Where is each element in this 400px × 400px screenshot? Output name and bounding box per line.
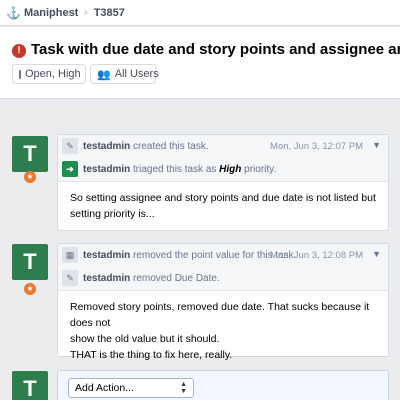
comment-body: Removed story points, removed due date. … <box>58 291 388 371</box>
star-icon: ★ <box>24 283 36 295</box>
users-icon: 👥 <box>97 68 111 81</box>
star-icon: ★ <box>24 171 36 183</box>
select-arrows-icon: ▲ ▼ <box>180 381 187 395</box>
comment-body: So setting assignee and story points and… <box>70 192 376 220</box>
anchor-icon: ⚓ <box>6 5 21 20</box>
event-author[interactable]: testadmin <box>83 273 130 284</box>
chevron-down-icon[interactable]: ▼ <box>372 249 381 259</box>
event-row: ➜ testadmin triaged this task as High pr… <box>58 158 388 181</box>
event-header: ▦ testadmin removed the point value for … <box>58 244 388 291</box>
event-action: created this task. <box>133 141 209 152</box>
policy-label: All Users <box>114 68 159 80</box>
calculator-icon: ▦ <box>62 247 78 263</box>
square-icon <box>19 69 21 79</box>
pencil-icon: ✎ <box>62 270 78 286</box>
comment-line: show the old value but it should. <box>70 333 220 345</box>
status-label: Open, High <box>25 68 81 80</box>
event-row: ▦ testadmin removed the point value for … <box>58 244 388 267</box>
arrow-right-icon: ➜ <box>62 161 78 177</box>
event-row: ✎ testadmin created this task. Mon, Jun … <box>58 135 388 158</box>
timeline-event: ▦ testadmin removed the point value for … <box>57 243 389 361</box>
event-author[interactable]: testadmin <box>83 250 130 261</box>
status-tag[interactable]: Open, High <box>12 64 86 84</box>
chevron-down-icon[interactable]: ▼ <box>372 140 381 150</box>
priority-value: High <box>219 164 242 175</box>
event-header: ✎ testadmin created this task. Mon, Jun … <box>58 135 388 182</box>
event-row: ✎ testadmin removed Due Date. <box>58 267 388 290</box>
pencil-icon: ✎ <box>62 138 78 154</box>
task-header: ! Task with due date and story points an… <box>0 27 400 99</box>
breadcrumb: ⚓ Maniphest › T3857 <box>0 0 400 26</box>
page-title: Task with due date and story points and … <box>31 41 400 58</box>
add-action-label: Add Action... <box>75 382 134 394</box>
comment-line: THAT is the thing to fix here, really. <box>70 349 233 361</box>
avatar[interactable]: T <box>12 371 48 400</box>
event-author[interactable]: testadmin <box>83 164 130 175</box>
breadcrumb-task-link[interactable]: T3857 <box>94 7 125 19</box>
add-action-select[interactable]: Add Action... ▲ ▼ <box>68 378 194 398</box>
error-icon: ! <box>12 44 26 58</box>
avatar[interactable]: T <box>12 244 48 280</box>
comment-composer: Add Action... ▲ ▼ <box>57 370 389 400</box>
event-author[interactable]: testadmin <box>83 141 130 152</box>
event-action: triaged this task as <box>133 164 217 175</box>
event-timestamp[interactable]: Mon, Jun 3, 12:07 PM <box>270 141 363 152</box>
event-timestamp[interactable]: Mon, Jun 3, 12:08 PM <box>270 250 363 261</box>
avatar[interactable]: T <box>12 136 48 172</box>
timeline-event: ✎ testadmin created this task. Mon, Jun … <box>57 134 389 231</box>
event-action: removed Due Date. <box>133 273 220 284</box>
event-action-suffix: priority. <box>244 164 277 175</box>
breadcrumb-separator-icon: › <box>84 7 88 18</box>
policy-tag[interactable]: 👥 All Users <box>90 64 159 84</box>
comment-line: Removed story points, removed due date. … <box>70 301 370 329</box>
breadcrumb-app-link[interactable]: Maniphest <box>24 7 78 19</box>
